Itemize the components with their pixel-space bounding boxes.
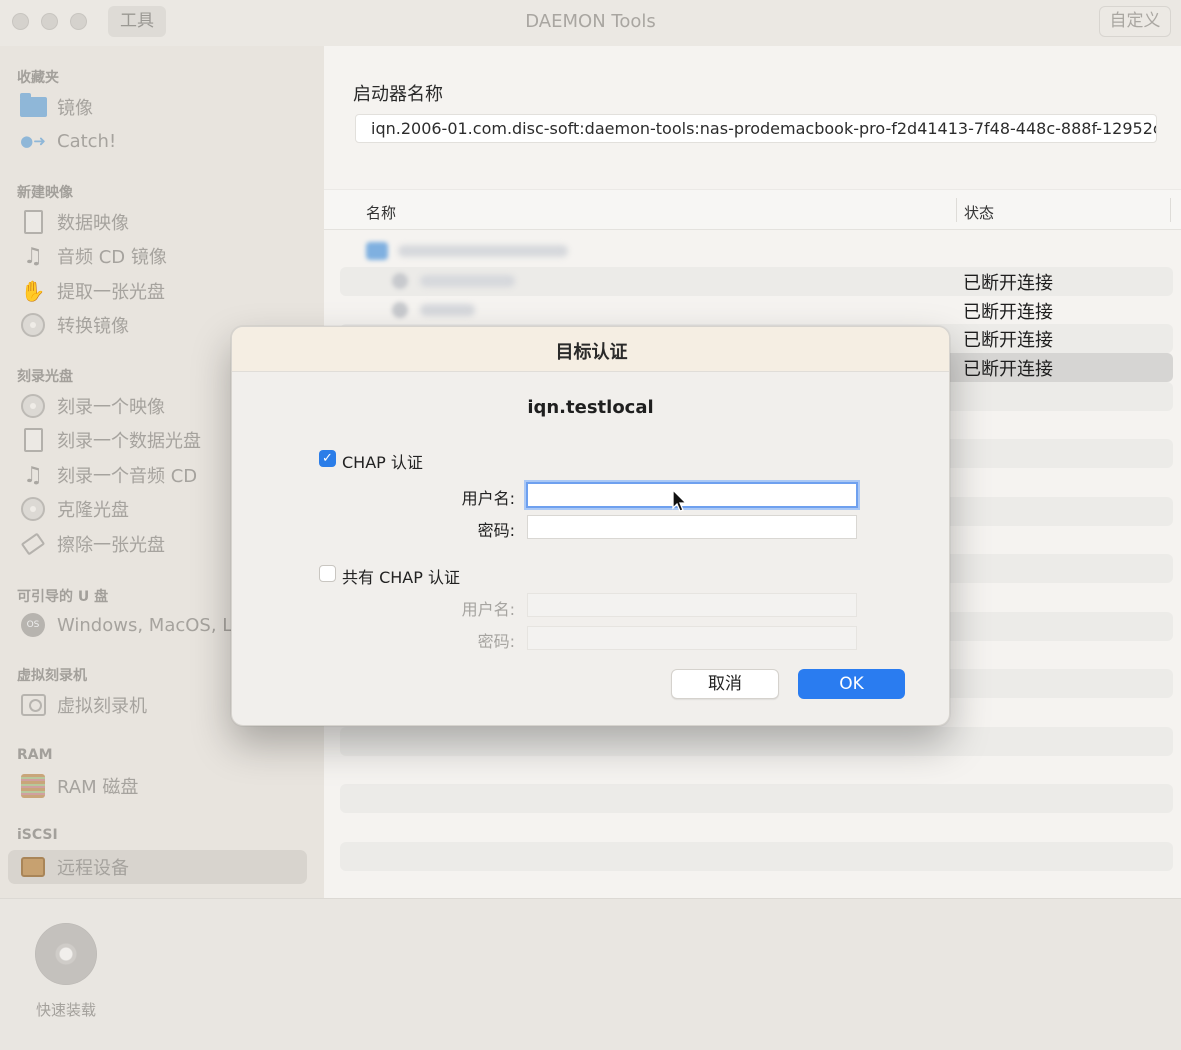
status-text: 已断开连接 — [963, 330, 1053, 351]
target-icon — [392, 273, 408, 289]
username-field[interactable] — [526, 482, 858, 508]
column-header-status[interactable]: 状态 — [964, 202, 994, 223]
username-label: 用户名: — [461, 489, 515, 508]
sidebar-item-label: 刻录一个数据光盘 — [57, 431, 201, 452]
music-note-icon: ♫ — [23, 462, 43, 488]
blurred-server-name — [398, 245, 568, 257]
status-text: 已断开连接 — [963, 359, 1053, 380]
sidebar-item-label: 虚拟刻录机 — [57, 696, 147, 717]
section-iscsi: iSCSI — [17, 827, 58, 843]
sidebar-item-catch[interactable]: ●➜ Catch! — [18, 125, 318, 157]
sidebar-item-label: 提取一张光盘 — [57, 282, 165, 303]
sidebar-item-label: Catch! — [57, 130, 117, 152]
mutual-chap-checkbox[interactable] — [319, 565, 336, 582]
network-icon — [18, 854, 48, 880]
sidebar-item-label: 远程设备 — [57, 858, 129, 879]
sidebar-item-ram-disk[interactable]: RAM 磁盘 — [18, 770, 318, 802]
dialog-title: 目标认证 — [555, 342, 628, 363]
disc-icon — [18, 312, 48, 338]
section-new-image: 新建映像 — [17, 185, 73, 201]
mouse-pointer-icon — [672, 489, 688, 512]
mutual-password-label: 密码: — [477, 632, 515, 651]
section-bootable-usb: 可引导的 U 盘 — [17, 589, 109, 605]
section-favorites: 收藏夹 — [17, 70, 59, 86]
ram-icon — [18, 773, 48, 799]
bottom-bar: 快速装载 — [0, 898, 1181, 1050]
disc-icon — [18, 496, 48, 522]
customize-button[interactable]: 自定义 — [1099, 6, 1171, 37]
drive-icon — [18, 692, 48, 718]
sidebar-item-data-image[interactable]: 数据映像 — [18, 206, 318, 238]
folder-icon — [18, 93, 48, 120]
sidebar-item-label: 刻录一个映像 — [57, 397, 165, 418]
mutual-username-field — [527, 593, 857, 617]
eraser-icon — [18, 531, 48, 557]
table-header: 名称 状态 — [324, 189, 1181, 230]
chap-checkbox[interactable]: ✓ — [319, 450, 336, 467]
password-field[interactable] — [527, 515, 857, 539]
sidebar-item-label: 音频 CD 镜像 — [57, 247, 167, 268]
mutual-password-field — [527, 626, 857, 650]
cancel-button[interactable]: 取消 — [671, 669, 779, 699]
table-row[interactable]: 已断开连接 — [340, 267, 1173, 296]
section-virtual-burner: 虚拟刻录机 — [17, 668, 87, 684]
table-row — [340, 842, 1173, 871]
ok-button[interactable]: OK — [798, 669, 905, 699]
dialog-title-bar: 目标认证 — [232, 327, 949, 372]
blurred-target-name — [420, 304, 475, 316]
column-divider[interactable] — [956, 198, 957, 222]
column-divider[interactable] — [1170, 198, 1171, 222]
quick-mount-label[interactable]: 快速装载 — [36, 999, 96, 1020]
mutual-chap-checkbox-label[interactable]: 共有 CHAP 认证 — [342, 564, 460, 588]
section-burn-disc: 刻录光盘 — [17, 369, 73, 385]
os-icon: OS — [18, 612, 48, 638]
column-header-name[interactable]: 名称 — [366, 202, 396, 223]
sidebar-item-label: 刻录一个音频 CD — [57, 466, 198, 487]
server-icon — [366, 242, 388, 260]
launcher-name-label: 启动器名称 — [353, 84, 443, 105]
table-row — [340, 727, 1173, 756]
status-text: 已断开连接 — [963, 273, 1053, 294]
chap-checkbox-label[interactable]: CHAP 认证 — [342, 449, 423, 473]
app-title: DAEMON Tools — [525, 11, 656, 32]
mutual-username-label: 用户名: — [461, 600, 515, 619]
password-label: 密码: — [477, 521, 515, 540]
sidebar-item-audio-cd-image[interactable]: ♫ 音频 CD 镜像 — [18, 240, 318, 272]
sidebar-item-grab-disc[interactable]: ✋ 提取一张光盘 — [18, 275, 318, 307]
sidebar-item-label: 镜像 — [57, 98, 93, 119]
status-text: 已断开连接 — [963, 302, 1053, 323]
sidebar-item-label: 转换镜像 — [57, 316, 129, 337]
music-note-icon: ♫ — [23, 243, 43, 269]
document-icon — [18, 209, 48, 235]
quick-mount-disc-icon[interactable] — [35, 923, 97, 985]
table-row — [340, 784, 1173, 813]
sidebar-item-label: RAM 磁盘 — [57, 777, 139, 798]
disc-icon — [18, 393, 48, 419]
sidebar-item-label: 擦除一张光盘 — [57, 535, 165, 556]
table-row[interactable] — [340, 236, 1173, 265]
sidebar-item-remote-devices[interactable]: 远程设备 — [8, 850, 307, 884]
hand-icon: ✋ — [20, 279, 46, 303]
section-ram: RAM — [17, 747, 53, 763]
sidebar-item-images[interactable]: 镜像 — [18, 91, 318, 123]
launcher-name-field[interactable]: iqn.2006-01.com.disc-soft:daemon-tools:n… — [355, 114, 1157, 143]
sidebar-item-label: 克隆光盘 — [57, 500, 129, 521]
blurred-target-name — [420, 275, 515, 287]
title-bar: 工具 DAEMON Tools 自定义 — [0, 0, 1181, 46]
catch-icon: ●➜ — [20, 132, 46, 150]
document-icon — [18, 427, 48, 453]
target-name: iqn.testlocal — [527, 397, 654, 418]
target-auth-dialog: 目标认证 iqn.testlocal ✓ CHAP 认证 用户名: 密码: 共有… — [231, 326, 950, 726]
table-row[interactable]: 已断开连接 — [340, 296, 1173, 325]
sidebar-item-label: Windows, MacOS, L — [57, 614, 233, 636]
target-icon — [392, 302, 408, 318]
sidebar-item-label: 数据映像 — [57, 213, 129, 234]
